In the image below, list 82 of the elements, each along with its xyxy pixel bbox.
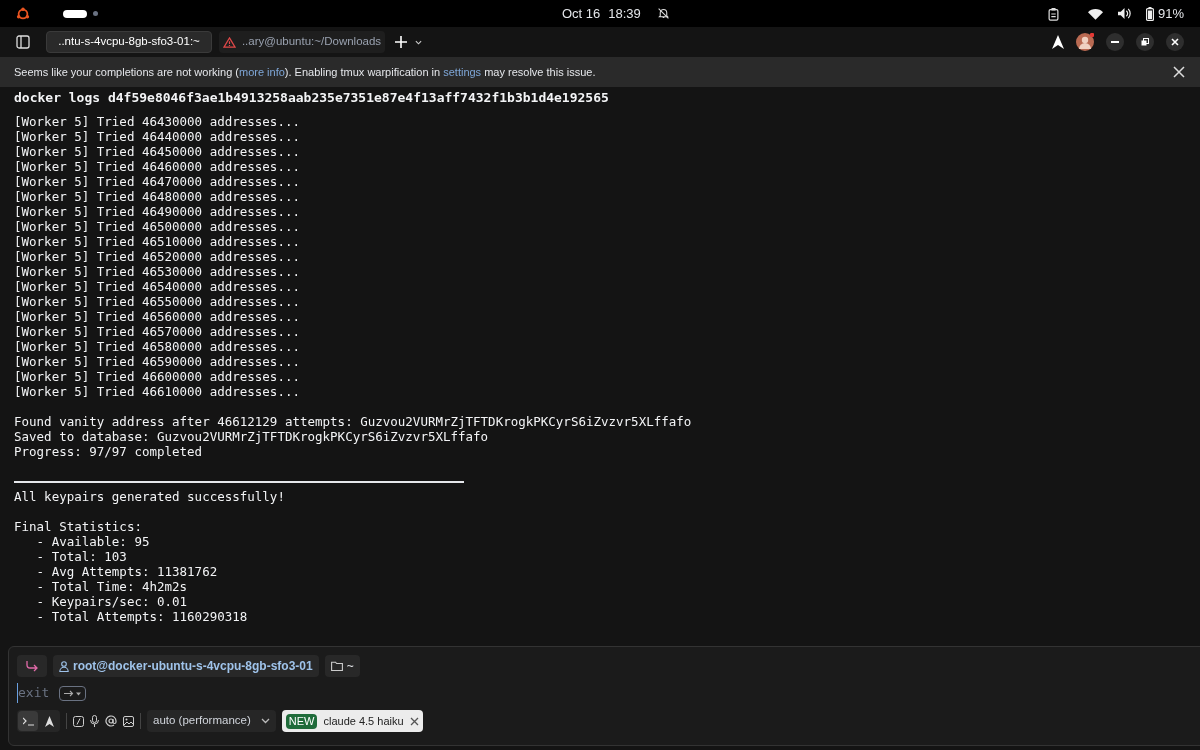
close-icon [1171,38,1179,46]
log-line: Final Statistics: [14,519,142,534]
user-host-chip[interactable]: root@docker-ubuntu-s-4vcpu-8gb-sfo3-01 [53,655,319,677]
new-badge: NEW [285,713,318,729]
arrow-caret-icon [63,689,82,697]
command-text: docker logs d4f59e8046f3ae1b4913258aab235e7351e87e4f13aff7432f1b3b1d4e192565 [14,89,609,107]
model-dropdown[interactable]: auto (performance) [147,710,276,732]
log-line: [Worker 5] Tried 46480000 addresses... [14,189,300,204]
minimize-button[interactable] [1106,33,1124,51]
microphone-icon[interactable] [90,715,99,727]
agent-icon[interactable] [1052,35,1064,49]
bell-muted-icon[interactable] [656,7,670,20]
folder-icon [330,661,343,671]
volume-icon[interactable] [1116,7,1132,20]
battery-percent[interactable]: 91% [1157,3,1184,24]
log-line: [Worker 5] Tried 46570000 addresses... [14,324,300,339]
log-line: [Worker 5] Tried 46470000 addresses... [14,174,300,189]
close-icon [1173,66,1185,78]
log-line: [Worker 5] Tried 46500000 addresses... [14,219,300,234]
completions-warning-message: Seems like your completions are not working (more info). Enabling tmux warpification in settings may resolve this issue. [14,64,596,80]
agent-icon [44,715,54,727]
directory-chip[interactable]: ~ [324,655,360,677]
log-line: - Keypairs/sec: 0.01 [35,594,188,609]
log-line: All keypairs generated successfully! [14,489,285,504]
close-button[interactable] [1172,65,1186,79]
image-icon[interactable] [123,715,134,727]
terminal-prompt-icon [22,716,34,726]
log-line: [Worker 5] Tried 46450000 addresses... [14,144,300,159]
link[interactable]: settings [443,65,482,78]
warning-icon [222,36,236,48]
new-model-chip[interactable]: NEW claude 4.5 haiku [281,710,423,732]
clipboard-icon[interactable] [1046,6,1060,21]
log-line: [Worker 5] Tried 46490000 addresses... [14,204,300,219]
model-name: claude 4.5 haiku [323,713,404,729]
log-line: Saved to database: Guzvou2VURMrZjTFTDKrogkPKCyrS6iZvzvr5XLffafo [14,429,489,444]
wifi-icon[interactable] [1087,7,1103,20]
log-line: [Worker 5] Tried 46540000 addresses... [14,279,300,294]
link[interactable]: more info [239,65,285,78]
log-line: [Worker 5] Tried 46440000 addresses... [14,129,300,144]
log-line: [Worker 5] Tried 46430000 addresses... [14,114,300,129]
reply-arrow-icon [26,660,38,672]
restore-icon [1141,38,1149,46]
chevron-down-icon [260,718,270,724]
slash-command-icon[interactable] [73,715,84,727]
log-line: - Available: 95 [35,534,150,549]
arrow-dropdown-button[interactable] [59,685,86,701]
sidebar-toggle-icon[interactable] [16,35,30,49]
log-line: [Worker 5] Tried 46560000 addresses... [14,309,300,324]
terminal-mode-button[interactable] [18,711,38,731]
close-button[interactable] [1166,33,1184,51]
log-line: [Worker 5] Tried 46600000 addresses... [14,369,300,384]
log-line: - Avg Attempts: 11381762 [35,564,218,579]
reply-button[interactable] [17,655,47,677]
log-line: [Worker 5] Tried 46580000 addresses... [14,339,300,354]
log-line: [Worker 5] Tried 46530000 addresses... [14,264,300,279]
ubuntu-logo-icon[interactable] [16,6,30,21]
log-line: [Worker 5] Tried 46460000 addresses... [14,159,300,174]
avatar[interactable] [1076,33,1094,51]
battery-icon[interactable] [1145,6,1154,21]
terminal-tab[interactable]: ..ntu-s-4vcpu-8gb-sfo3-01:~ [46,31,212,53]
terminal-tab[interactable]: ..ary@ubuntu:~/Downloads [219,31,385,53]
log-line: [Worker 5] Tried 46520000 addresses... [14,249,300,264]
log-line: [Worker 5] Tried 46610000 addresses... [14,384,300,399]
date-label[interactable]: Oct 16 [562,3,601,24]
close-icon[interactable] [409,716,419,726]
log-line: - Total Time: 4h2m2s [35,579,188,594]
log-line: [Worker 5] Tried 46590000 addresses... [14,354,300,369]
workspace-indicator[interactable] [63,9,87,18]
clock-label[interactable]: 18:39 [608,3,641,24]
at-sign-icon[interactable] [105,715,117,727]
log-line: - Total: 103 [35,549,127,564]
new-tab-icon[interactable] [395,36,407,48]
log-line: - Total Attempts: 1160290318 [35,609,248,624]
chevron-down-icon[interactable] [415,39,422,45]
restore-button[interactable] [1136,33,1154,51]
log-line: Found vanity address after 46612129 attempts: Guzvou2VURMrZjTFTDKrogkPKCyrS6iZvzvr5XLffafo [14,414,692,429]
log-line: [Worker 5] Tried 46550000 addresses... [14,294,300,309]
log-line: Progress: 97/97 completed [14,444,203,459]
minimize-icon [1111,41,1119,43]
command-input[interactable]: exit [17,683,53,703]
log-line: [Worker 5] Tried 46510000 addresses... [14,234,300,249]
user-icon [59,660,69,672]
